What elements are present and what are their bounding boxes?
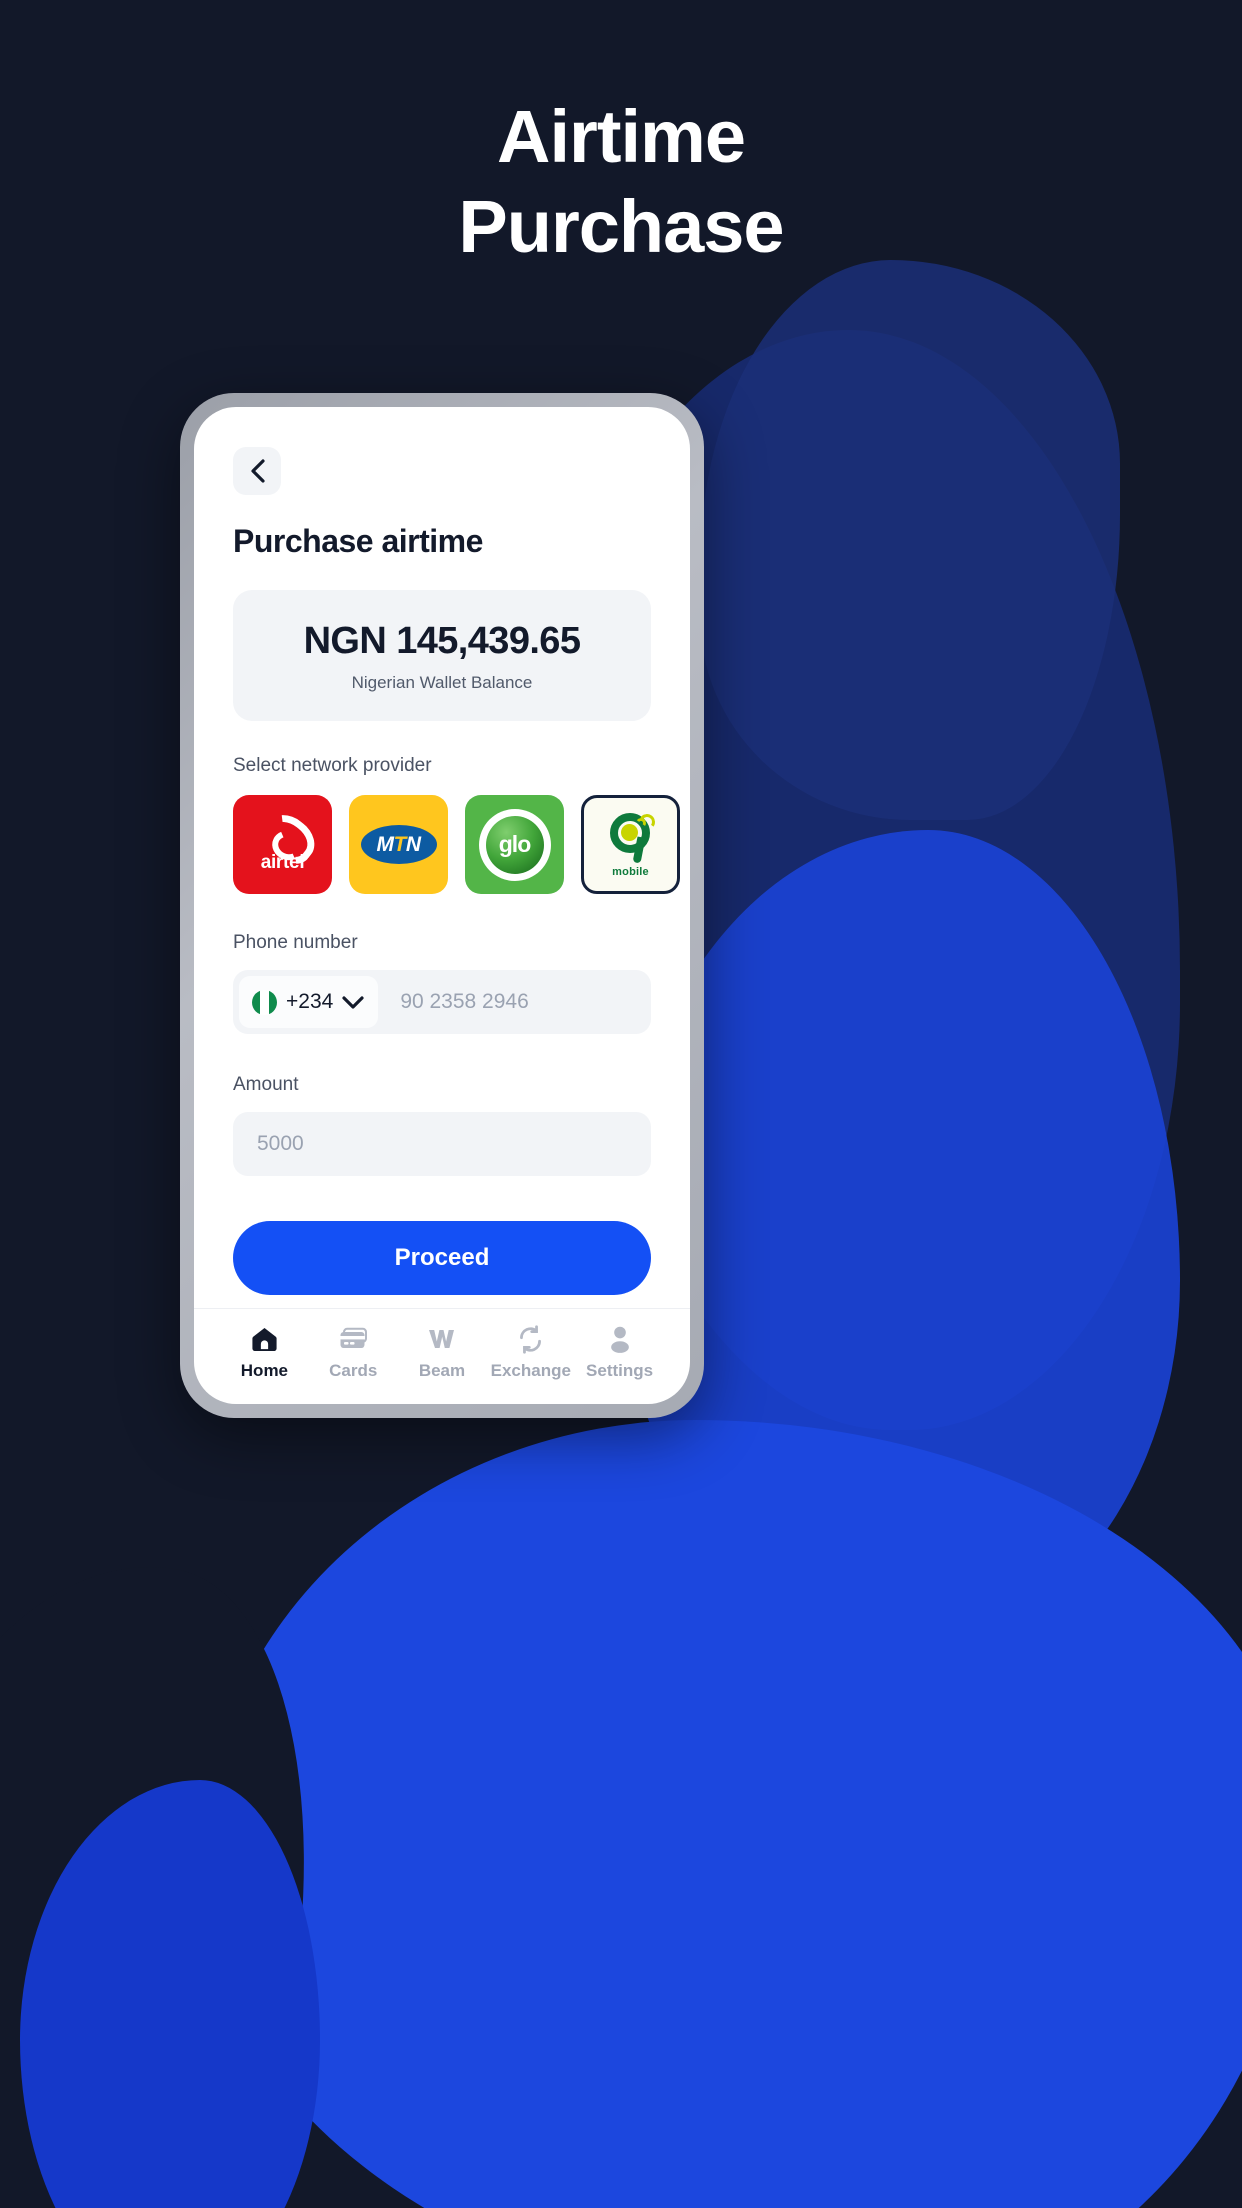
page-title: Purchase airtime [233, 523, 483, 559]
dial-code-value: +234 [286, 990, 334, 1013]
provider-tile-glo[interactable]: glo [465, 795, 564, 894]
wallet-balance-card: NGN 145,439.65 Nigerian Wallet Balance [233, 590, 651, 721]
phone-screen: Purchase airtime NGN 145,439.65 Nigerian… [194, 407, 690, 1404]
nav-label-settings: Settings [586, 1361, 654, 1380]
phone-number-label: Phone number [233, 932, 358, 953]
proceed-button[interactable]: Proceed [233, 1221, 651, 1295]
network-provider-label: Select network provider [233, 755, 432, 776]
nav-label-cards: Cards [329, 1361, 378, 1380]
page-headline: Airtime Purchase [0, 92, 1242, 273]
bg-shape-low-blue [200, 1420, 1242, 2208]
nine-dot [620, 824, 638, 841]
mtn-logo-icon: MTN [360, 825, 437, 864]
amount-label: Amount [233, 1074, 299, 1095]
bg-shape-dark-blue-2 [700, 260, 1120, 820]
nav-label-beam: Beam [418, 1361, 466, 1380]
country-code-selector[interactable]: +234 [239, 976, 379, 1028]
exchange-icon [516, 1324, 545, 1354]
amount-input[interactable]: 5000 [257, 1132, 304, 1156]
nine-mobile-wordmark: mobile [612, 866, 649, 878]
nav-item-cards[interactable]: Cards [309, 1324, 398, 1381]
bottom-navigation: Home Cards Beam Exchange Settings [194, 1308, 690, 1404]
provider-tile-airtel[interactable]: airtel [233, 795, 332, 894]
network-provider-list: airtel MTN glo mobile [233, 795, 680, 894]
nav-item-beam[interactable]: Beam [398, 1324, 487, 1381]
phone-mockup: Purchase airtime NGN 145,439.65 Nigerian… [180, 393, 704, 1418]
nine-mobile-logo-icon: mobile [606, 811, 656, 878]
home-icon [250, 1324, 279, 1354]
airtel-swirl-icon [255, 817, 311, 851]
nav-label-exchange: Exchange [490, 1361, 571, 1380]
provider-tile-9mobile[interactable]: mobile [581, 795, 680, 894]
mtn-letter-t: T [393, 833, 407, 856]
headline-line-2: Purchase [458, 185, 784, 269]
nav-item-exchange[interactable]: Exchange [486, 1324, 575, 1381]
chevron-down-icon [342, 995, 364, 1009]
glo-logo-icon: glo [478, 808, 551, 881]
screen-content: Purchase airtime NGN 145,439.65 Nigerian… [194, 407, 690, 1308]
nav-item-settings[interactable]: Settings [575, 1324, 664, 1381]
headline-line-1: Airtime [497, 95, 746, 178]
card-icon [338, 1324, 368, 1354]
person-icon [607, 1324, 633, 1354]
mtn-letter-m: M [376, 833, 395, 856]
phone-number-input[interactable]: 90 2358 2946 [400, 990, 528, 1014]
glo-wordmark: glo [498, 831, 531, 857]
airtel-logo-icon: airtel [255, 817, 311, 872]
amount-field[interactable]: 5000 [233, 1112, 651, 1176]
provider-tile-mtn[interactable]: MTN [349, 795, 448, 894]
beam-icon [427, 1324, 457, 1354]
nigeria-flag-icon [252, 989, 277, 1015]
mtn-wordmark: MTN [377, 834, 421, 855]
nine-mark [606, 811, 656, 865]
nav-item-home[interactable]: Home [220, 1324, 309, 1381]
back-button[interactable] [233, 447, 281, 495]
phone-number-field[interactable]: +234 90 2358 2946 [233, 970, 651, 1034]
chevron-left-icon [249, 458, 266, 484]
balance-amount: NGN 145,439.65 [303, 620, 581, 662]
glo-ball: glo [485, 815, 544, 874]
balance-label: Nigerian Wallet Balance [351, 673, 533, 692]
nav-label-home: Home [240, 1361, 289, 1380]
mtn-letter-n: N [405, 833, 421, 856]
